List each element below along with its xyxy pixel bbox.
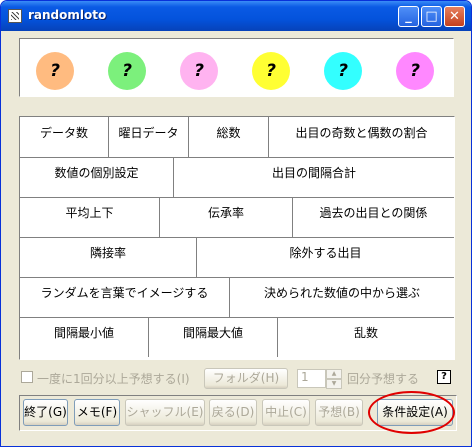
number-ball-4: ? bbox=[252, 52, 290, 90]
weekday-data-button[interactable]: 曜日データ bbox=[109, 117, 189, 157]
average-button[interactable]: 平均上下 bbox=[20, 197, 160, 237]
multi-predict-label: 一度に1回分以上予想する(I) bbox=[37, 372, 190, 386]
count-input[interactable]: 1 bbox=[297, 369, 326, 388]
grid-row: ランダムを言葉でイメージする 決められた数値の中から選ぶ bbox=[20, 277, 454, 318]
exit-button[interactable]: 終了(G) bbox=[23, 399, 68, 426]
number-ball-1: ? bbox=[36, 52, 74, 90]
random-number-button[interactable]: 乱数 bbox=[278, 317, 454, 357]
min-interval-button[interactable]: 間隔最小値 bbox=[20, 317, 149, 357]
number-ball-3: ? bbox=[180, 52, 218, 90]
adjacency-rate-button[interactable]: 隣接率 bbox=[20, 237, 197, 277]
word-image-button[interactable]: ランダムを言葉でイメージする bbox=[20, 277, 230, 317]
choose-from-numbers-button[interactable]: 決められた数値の中から選ぶ bbox=[230, 277, 454, 317]
button-panel: 終了(G) メモ(F) シャッフル(E) 戻る(D) 中止(C) 予想(B) 条… bbox=[19, 395, 457, 431]
inheritance-rate-button[interactable]: 伝承率 bbox=[160, 197, 293, 237]
stop-button[interactable]: 中止(C) bbox=[262, 399, 310, 426]
conditions-button[interactable]: 条件設定(A) bbox=[377, 399, 453, 426]
back-button[interactable]: 戻る(D) bbox=[209, 399, 257, 426]
number-ball-5: ? bbox=[324, 52, 362, 90]
minimize-button[interactable]: _ bbox=[398, 6, 419, 27]
past-relation-button[interactable]: 過去の出目との関係 bbox=[293, 197, 454, 237]
app-window: randomloto _ □ ✕ ? ? ? ? ? ? データ数 曜日データ … bbox=[0, 0, 472, 447]
memo-button[interactable]: メモ(F) bbox=[74, 399, 120, 426]
individual-setting-button[interactable]: 数値の個別設定 bbox=[20, 157, 174, 197]
spin-up-icon[interactable]: ▲ bbox=[326, 369, 342, 379]
predict-button[interactable]: 予想(B) bbox=[315, 399, 363, 426]
odd-even-ratio-button[interactable]: 出目の奇数と偶数の割合 bbox=[269, 117, 454, 157]
grid-row: 平均上下 伝承率 過去の出目との関係 bbox=[20, 197, 454, 238]
grid-row: 間隔最小値 間隔最大値 乱数 bbox=[20, 317, 454, 357]
folder-button[interactable]: フォルダ(H) bbox=[204, 368, 288, 389]
number-ball-2: ? bbox=[108, 52, 146, 90]
spin-down-icon[interactable]: ▼ bbox=[326, 379, 342, 389]
multi-predict-checkbox[interactable] bbox=[21, 371, 33, 383]
max-interval-button[interactable]: 間隔最大値 bbox=[149, 317, 278, 357]
exclude-numbers-button[interactable]: 除外する出目 bbox=[197, 237, 454, 277]
grid-row: データ数 曜日データ 総数 出目の奇数と偶数の割合 bbox=[20, 117, 454, 158]
title-bar[interactable]: randomloto _ □ ✕ bbox=[1, 1, 471, 31]
close-button[interactable]: ✕ bbox=[444, 6, 465, 27]
condition-grid: データ数 曜日データ 総数 出目の奇数と偶数の割合 数値の個別設定 出目の間隔合… bbox=[19, 116, 455, 360]
interval-total-button[interactable]: 出目の間隔合計 bbox=[174, 157, 454, 197]
ball-display-panel: ? ? ? ? ? ? bbox=[19, 38, 454, 97]
grid-row: 数値の個別設定 出目の間隔合計 bbox=[20, 157, 454, 198]
count-suffix-label: 回分予想する bbox=[347, 372, 420, 386]
number-ball-6: ? bbox=[396, 52, 434, 90]
data-count-button[interactable]: データ数 bbox=[20, 117, 109, 157]
window-title: randomloto bbox=[28, 8, 107, 22]
total-button[interactable]: 総数 bbox=[189, 117, 269, 157]
help-icon[interactable]: ? bbox=[437, 370, 451, 384]
app-icon bbox=[8, 9, 22, 23]
maximize-button[interactable]: □ bbox=[421, 6, 442, 27]
shuffle-button[interactable]: シャッフル(E) bbox=[125, 399, 205, 426]
options-row: 一度に1回分以上予想する(I) フォルダ(H) 1 ▲ ▼ 回分予想する ? bbox=[1, 368, 471, 390]
grid-row: 隣接率 除外する出目 bbox=[20, 237, 454, 278]
